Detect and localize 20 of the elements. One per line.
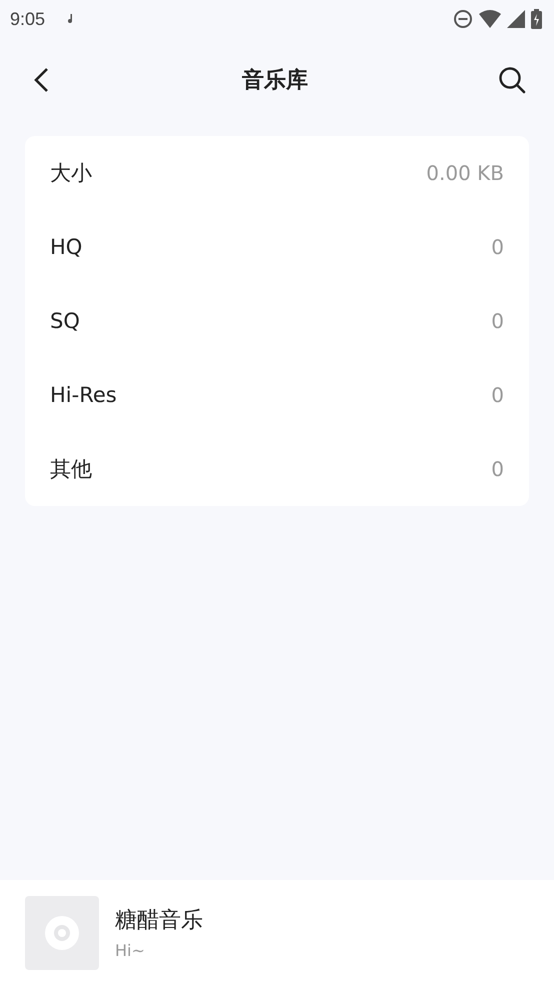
search-button[interactable]: [498, 66, 526, 94]
wifi-icon: [479, 10, 501, 28]
battery-icon: [531, 9, 542, 29]
signal-icon: [507, 10, 525, 28]
stat-value: 0: [491, 235, 504, 259]
stat-value: 0: [491, 457, 504, 481]
stat-value: 0.00 KB: [426, 161, 504, 185]
do-not-disturb-icon: [453, 9, 473, 29]
stat-value: 0: [491, 383, 504, 407]
stat-label: 其他: [50, 456, 93, 483]
stat-label: HQ: [50, 235, 84, 259]
status-time: 9:05: [10, 8, 46, 30]
stat-label: SQ: [50, 309, 81, 333]
page-title: 音乐库: [241, 66, 309, 95]
disc-icon: [44, 914, 80, 950]
song-subtitle: Hi~: [115, 941, 146, 960]
stat-label: 大小: [50, 160, 93, 187]
stat-label: Hi-Res: [50, 383, 118, 407]
song-title: 糖醋音乐: [115, 907, 203, 935]
stat-value: 0: [491, 309, 504, 333]
